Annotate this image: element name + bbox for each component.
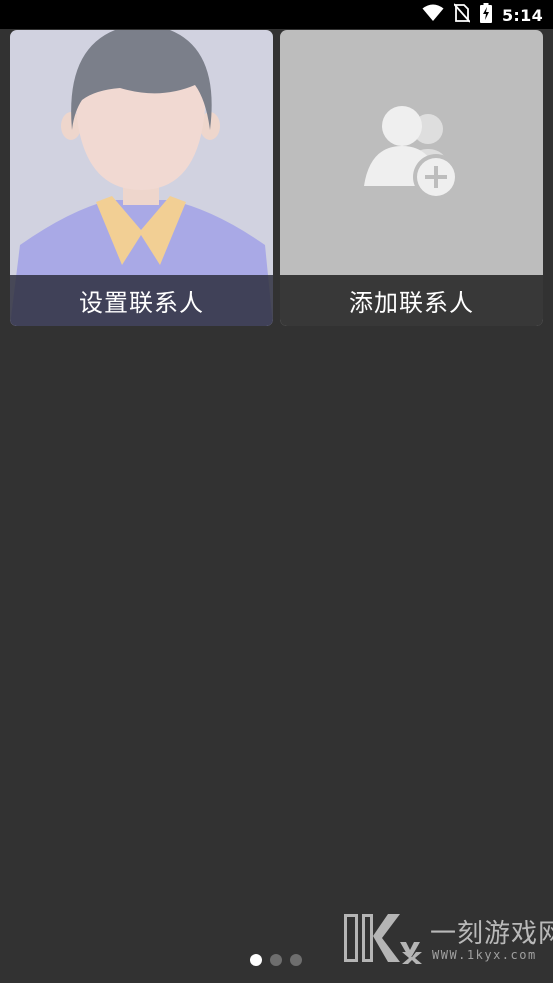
- card-label: 设置联系人: [79, 289, 204, 317]
- status-icons: 5:14: [422, 3, 543, 27]
- status-bar: 5:14: [0, 0, 553, 29]
- page-dot-2[interactable]: [270, 954, 282, 966]
- card-label-bar: 添加联系人: [280, 275, 543, 326]
- status-time: 5:14: [502, 5, 543, 25]
- add-contact-card[interactable]: 添加联系人: [280, 30, 543, 326]
- card-label-bar: 设置联系人: [10, 275, 273, 326]
- set-contact-card[interactable]: 设置联系人: [10, 30, 273, 326]
- watermark-logo: [344, 914, 422, 964]
- battery-charging-icon: [480, 3, 492, 27]
- page-dot-3[interactable]: [290, 954, 302, 966]
- wifi-icon: [422, 4, 444, 26]
- page-dot-1[interactable]: [250, 954, 262, 966]
- no-sim-icon: [453, 3, 471, 27]
- watermark-url: WWW.1kyx.com: [432, 948, 537, 962]
- page-indicator: [250, 954, 302, 966]
- card-label: 添加联系人: [349, 289, 474, 317]
- watermark-name: 一刻游戏网: [430, 919, 553, 949]
- add-contact-icon: [364, 104, 460, 204]
- watermark: 一刻游戏网 WWW.1kyx.com: [342, 910, 553, 968]
